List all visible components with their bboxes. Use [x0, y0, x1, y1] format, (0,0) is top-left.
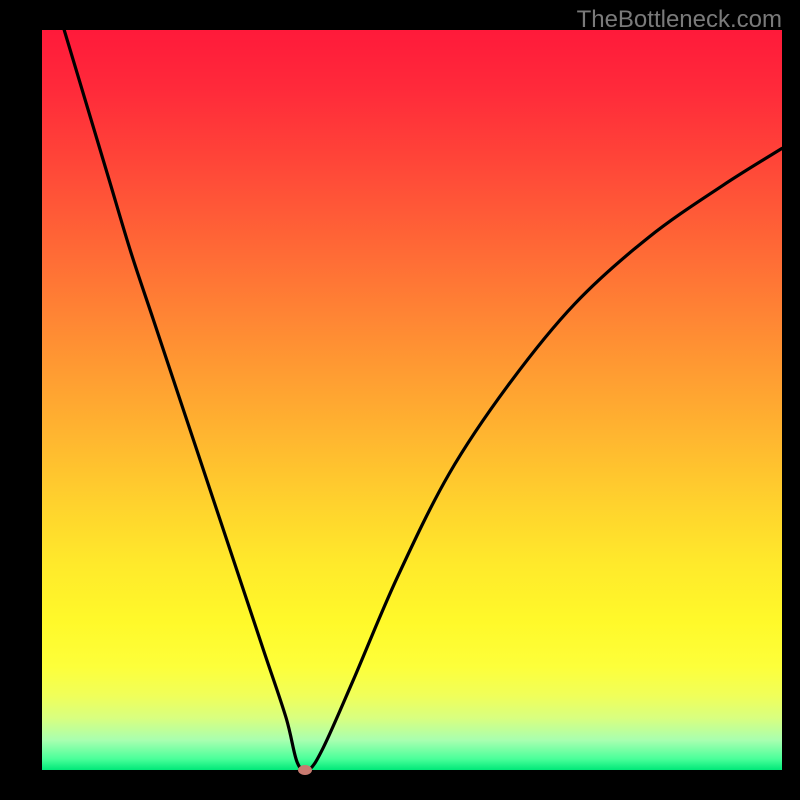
watermark-text: TheBottleneck.com	[577, 6, 782, 34]
bottleneck-curve	[42, 30, 782, 770]
minimum-marker	[298, 765, 312, 775]
chart-plot-area	[42, 30, 782, 770]
